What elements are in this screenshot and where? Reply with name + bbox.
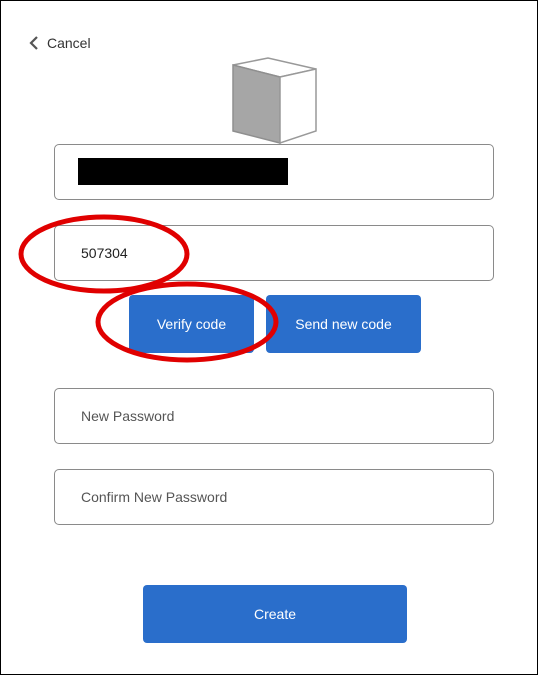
verify-code-button[interactable]: Verify code <box>129 295 254 353</box>
verification-code-field[interactable] <box>54 225 494 281</box>
cube-icon <box>232 57 317 145</box>
cancel-label: Cancel <box>47 35 91 51</box>
cancel-link[interactable]: Cancel <box>29 35 91 51</box>
confirm-password-field[interactable] <box>54 469 494 525</box>
new-password-field[interactable] <box>54 388 494 444</box>
new-password-input[interactable] <box>55 389 493 443</box>
password-reset-panel: Cancel Verify code Send new code Create <box>0 0 538 675</box>
create-button[interactable]: Create <box>143 585 407 643</box>
email-field[interactable] <box>54 144 494 200</box>
chevron-left-icon <box>29 36 38 50</box>
redacted-email <box>78 158 288 185</box>
verification-code-input[interactable] <box>55 226 493 280</box>
send-new-code-button[interactable]: Send new code <box>266 295 421 353</box>
confirm-password-input[interactable] <box>55 470 493 524</box>
